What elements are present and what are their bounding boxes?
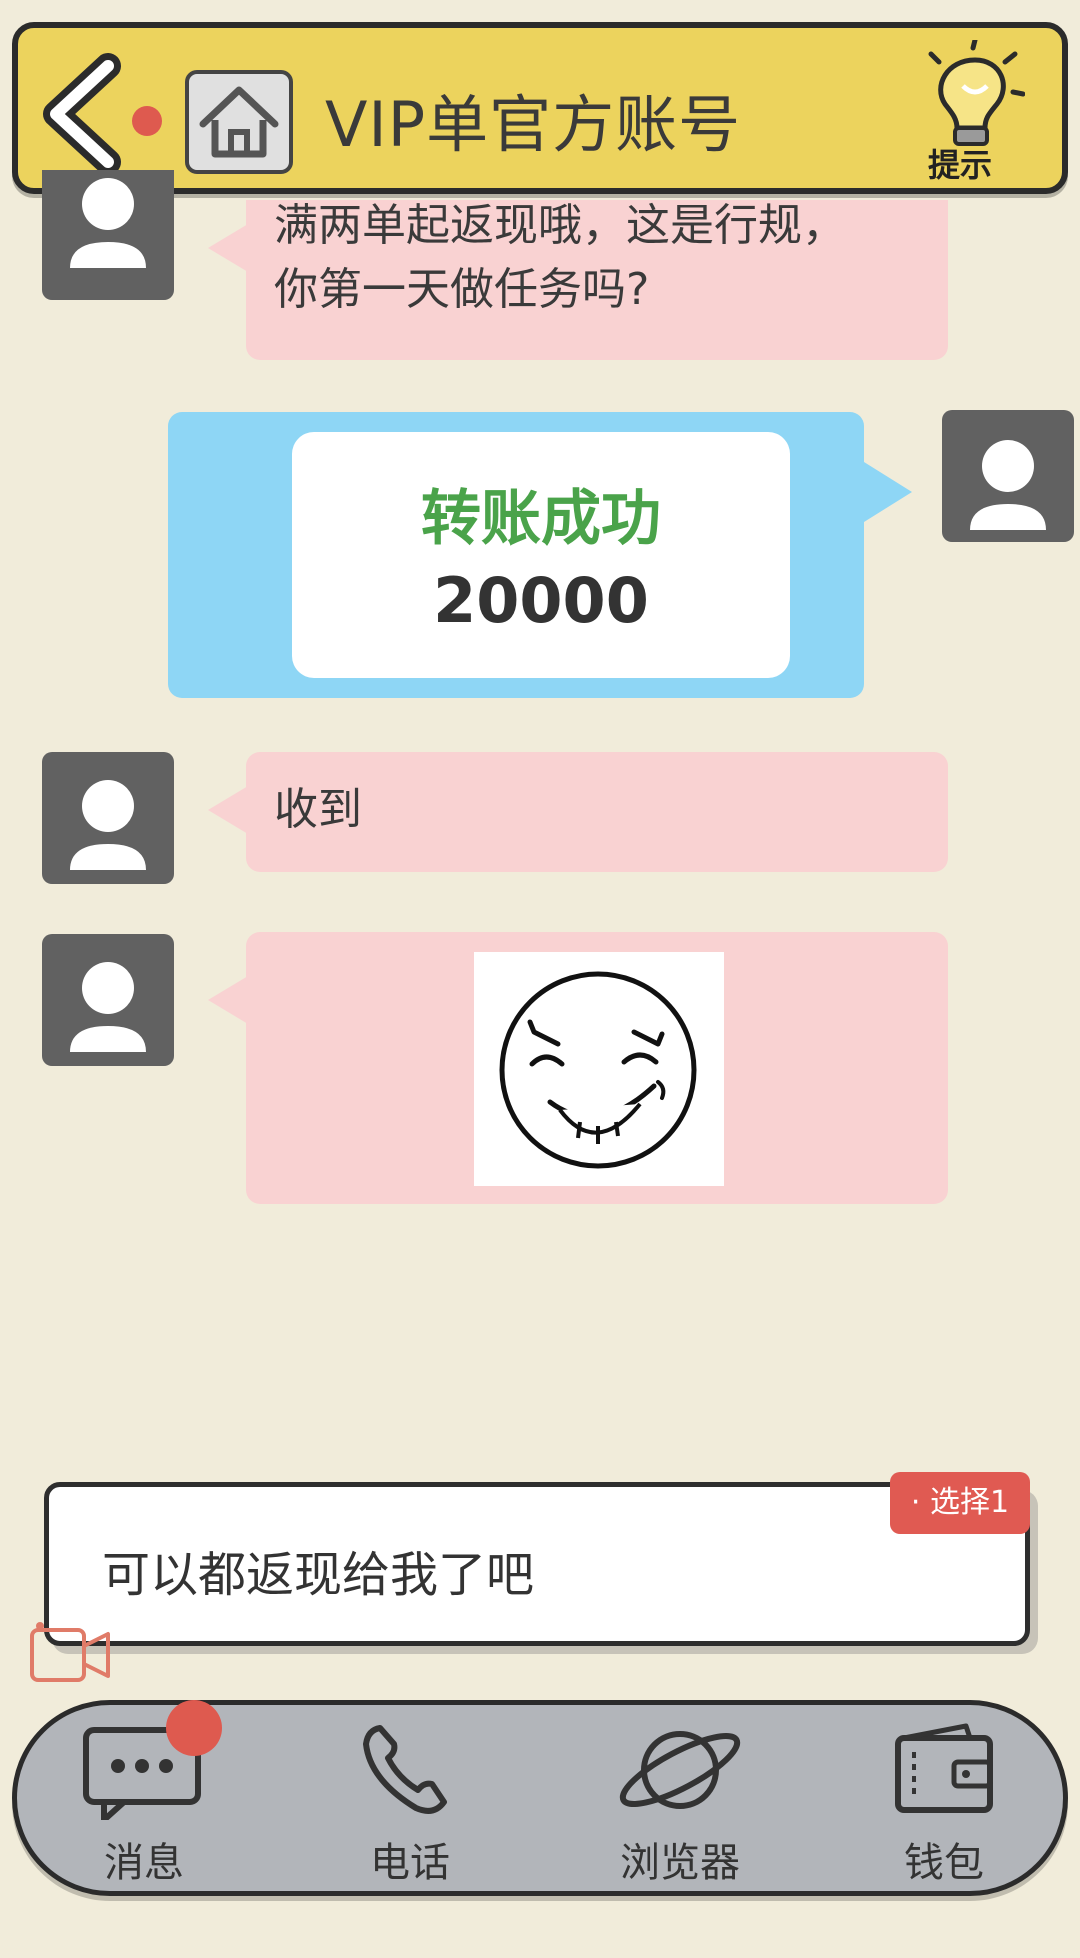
page-title: VIP单官方账号: [325, 88, 742, 161]
planet-icon: [619, 1731, 741, 1809]
phone-icon: [363, 1725, 447, 1814]
message-bubble: 收到: [208, 752, 948, 872]
nav-item-wallet[interactable]: 钱包: [874, 1720, 1014, 1886]
lightbulb-icon: [928, 37, 1026, 146]
message-text: 收到: [274, 784, 362, 835]
contact-avatar[interactable]: [42, 934, 174, 1066]
user-silhouette-icon: [70, 178, 146, 268]
nav-label: 浏览器: [620, 1840, 740, 1886]
home-button[interactable]: [185, 70, 293, 174]
message-text: 满两单起返现哦，这是行规， 你第一天做任务吗?: [274, 200, 846, 315]
contact-avatar[interactable]: [42, 752, 174, 884]
nav-label: 消息: [104, 1840, 184, 1886]
nav-label: 电话: [370, 1840, 450, 1886]
wallet-icon: [895, 1723, 993, 1813]
choice-badge: · 选择1: [890, 1472, 1030, 1534]
message-bubble: 满两单起返现哦，这是行规， 你第一天做任务吗?: [208, 200, 948, 360]
user-silhouette-icon: [970, 440, 1046, 530]
transfer-amount: 20000: [433, 564, 649, 637]
user-silhouette-icon: [70, 780, 146, 870]
transfer-card[interactable]: 转账成功 20000: [292, 432, 790, 678]
reply-choice-text: 可以都返现给我了吧: [102, 1547, 535, 1603]
unread-badge: [166, 1700, 222, 1756]
hint-label: 提示: [928, 146, 993, 184]
sticker[interactable]: [474, 952, 724, 1186]
nav-item-phone[interactable]: 电话: [340, 1720, 480, 1886]
home-icon: [199, 86, 279, 158]
nav-item-browser[interactable]: 浏览器: [600, 1720, 760, 1886]
notification-dot: [132, 106, 162, 136]
contact-avatar[interactable]: [42, 170, 174, 300]
self-avatar[interactable]: [942, 410, 1074, 542]
user-silhouette-icon: [70, 962, 146, 1052]
transfer-status: 转账成功: [421, 484, 661, 554]
smirk-face-icon: [499, 971, 697, 1169]
nav-label: 钱包: [904, 1840, 984, 1886]
video-camera-icon[interactable]: [28, 1620, 114, 1688]
